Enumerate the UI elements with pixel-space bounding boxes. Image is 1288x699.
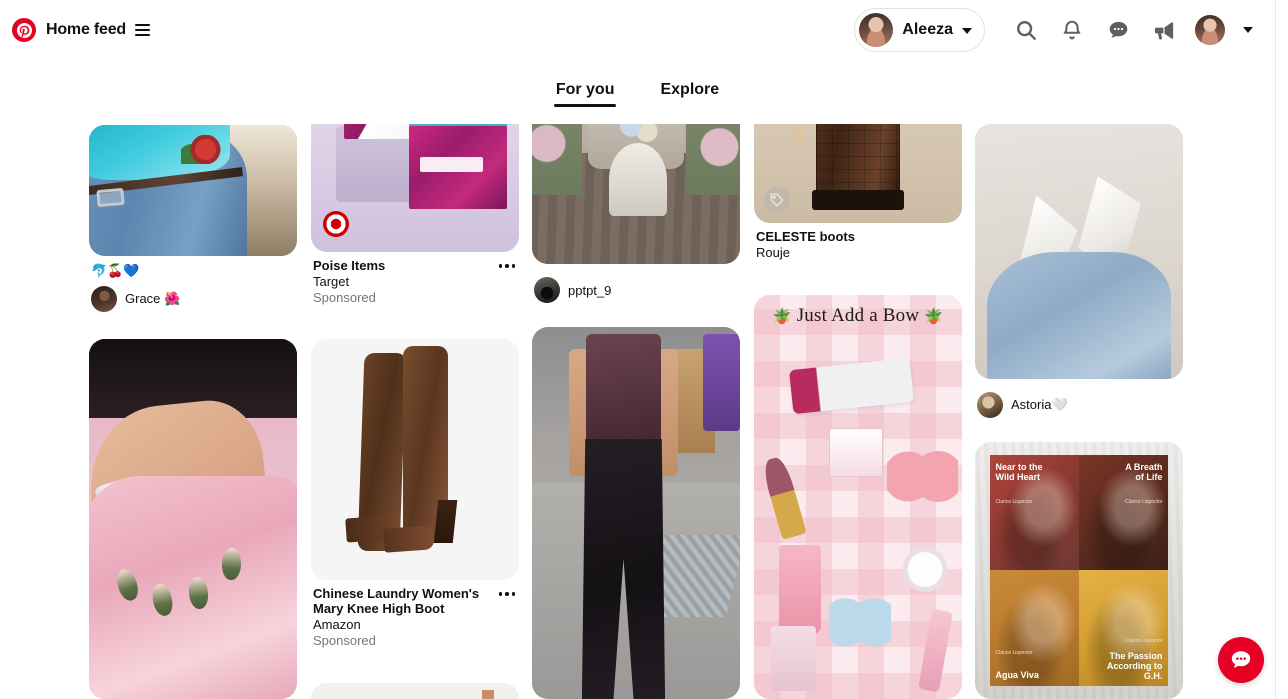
bow-icon: 🪴 [924, 309, 944, 325]
book-cover: Clarice Lispector The Passion According … [1078, 570, 1169, 687]
page-title: Home feed [46, 21, 126, 38]
white-heels-photo [975, 124, 1183, 379]
clarice-lispector-books-photo: Near to the Wild Heart Clarice Lispector… [975, 442, 1183, 699]
pin-image-nails[interactable] [89, 339, 297, 699]
pin-merchant-boots: Amazon [313, 617, 361, 632]
street-style-outfit-photo [532, 327, 740, 699]
avatar [1195, 15, 1225, 45]
pin-title-boots: Chinese Laundry Women's Mary Knee High B… [313, 586, 480, 616]
help-chat-icon[interactable] [1218, 637, 1264, 683]
book-cover: Clarice Lispector Agua Viva [989, 570, 1079, 687]
more-options-icon[interactable] [495, 584, 519, 604]
right-rail [1275, 0, 1288, 699]
book-author: Clarice Lispector [995, 498, 1033, 505]
pin-meta-boots: Chinese Laundry Women's Mary Knee High B… [311, 580, 519, 649]
more-options-icon[interactable] [495, 256, 519, 276]
top-navigation-bar: Home feed Aleeza [0, 0, 1275, 60]
pin-card-bow[interactable]: 🪴 Just Add a Bow 🪴 [754, 295, 962, 699]
pin-meta-poise: Poise Items Target Sponsored [311, 252, 519, 306]
brown-knee-high-boots-photo [311, 339, 519, 580]
megaphone-icon[interactable] [1143, 9, 1185, 51]
pinterest-logo-icon[interactable] [12, 18, 36, 42]
account-name: Aleeza [902, 21, 953, 38]
book-title: Agua Viva [995, 670, 1039, 681]
book-cover: Near to the Wild Heart Clarice Lispector [989, 454, 1079, 571]
pin-card-heels[interactable]: Astoria🤍 [975, 124, 1183, 418]
pin-card-street[interactable] [532, 327, 740, 699]
search-icon[interactable] [1005, 9, 1047, 51]
pin-image-boots[interactable] [311, 339, 519, 580]
header-left-group: Home feed [0, 18, 150, 42]
tab-for-you[interactable]: For you [546, 75, 625, 109]
pin-meta-rouje: CELESTE boots Rouje [754, 223, 962, 261]
pin-sponsored-label-boots: Sponsored [313, 633, 376, 648]
pin-title-jeans: 🐬🍒💙 [91, 263, 140, 278]
bell-icon[interactable] [1051, 9, 1093, 51]
pin-image-street[interactable] [532, 327, 740, 699]
pin-card-books[interactable]: Near to the Wild Heart Clarice Lispector… [975, 442, 1183, 699]
book-title: Near to the Wild Heart [995, 461, 1043, 482]
pin-image-heels[interactable] [975, 124, 1183, 379]
pin-meta-jeans: 🐬🍒💙 Grace 🌺 [89, 256, 297, 312]
pin-image-books[interactable]: Near to the Wild Heart Clarice Lispector… [975, 442, 1183, 699]
chat-bubble-icon[interactable] [1097, 9, 1139, 51]
pin-card-jeans[interactable]: 🐬🍒💙 Grace 🌺 [89, 125, 297, 312]
interior-decor-photo [311, 683, 519, 699]
hamburger-menu-icon[interactable] [135, 24, 150, 36]
pin-card-interior[interactable] [311, 683, 519, 699]
pin-author-wedding[interactable]: pptpt_9 [534, 277, 738, 303]
header-right-group: Aleeza [854, 8, 1275, 52]
book-author: Clarice Lispector [1125, 638, 1163, 645]
book-author: Clarice Lispector [1125, 498, 1163, 505]
book-author: Clarice Lispector [995, 650, 1033, 657]
profile-avatar-button[interactable] [1189, 9, 1231, 51]
pin-card-boots[interactable]: Chinese Laundry Women's Mary Knee High B… [311, 339, 519, 649]
pin-card-nails[interactable] [89, 339, 297, 699]
pin-image-bow[interactable]: 🪴 Just Add a Bow 🪴 [754, 295, 962, 699]
avatar [534, 277, 560, 303]
chevron-down-icon[interactable] [1235, 9, 1261, 51]
pin-author-jeans[interactable]: Grace 🌺 [91, 286, 295, 312]
pin-merchant-rouje: Rouje [756, 245, 790, 260]
book-cover: A Breath of Life Clarice Lispector [1078, 454, 1169, 571]
feed-tabs: For you Explore [0, 60, 1275, 124]
pin-sponsored-label-poise: Sponsored [313, 290, 376, 305]
green-french-tip-nails-photo [89, 339, 297, 699]
bow-icon: 🪴 [772, 309, 792, 325]
jeans-outfit-photo [89, 125, 297, 256]
avatar [859, 13, 894, 47]
pin-meta-wedding: pptpt_9 [532, 264, 740, 303]
pin-title-poise: Poise Items [313, 258, 386, 273]
tab-explore[interactable]: Explore [650, 75, 729, 109]
beauty-products-collage-photo: 🪴 Just Add a Bow 🪴 [754, 295, 962, 699]
pin-image-jeans[interactable] [89, 125, 297, 256]
book-title: The Passion According to G.H. [1106, 651, 1163, 682]
chevron-down-icon [962, 28, 972, 34]
pin-author-name: pptpt_9 [568, 282, 612, 298]
pin-title-rouje: CELESTE boots [756, 229, 855, 244]
pin-meta-heels: Astoria🤍 [975, 379, 1183, 418]
avatar [977, 392, 1003, 418]
pin-merchant-poise: Target [313, 274, 350, 289]
bow-collage-headline: Just Add a Bow [796, 305, 920, 326]
pin-author-name: Grace 🌺 [125, 291, 181, 306]
avatar [91, 286, 117, 312]
price-tag-icon[interactable] [764, 187, 790, 213]
pin-author-name: Astoria🤍 [1011, 397, 1068, 412]
target-bullseye-logo [323, 210, 350, 237]
book-title: A Breath of Life [1125, 461, 1163, 482]
account-switcher-button[interactable]: Aleeza [854, 8, 985, 52]
pin-author-heels[interactable]: Astoria🤍 [977, 392, 1181, 418]
pin-image-interior[interactable] [311, 683, 519, 699]
